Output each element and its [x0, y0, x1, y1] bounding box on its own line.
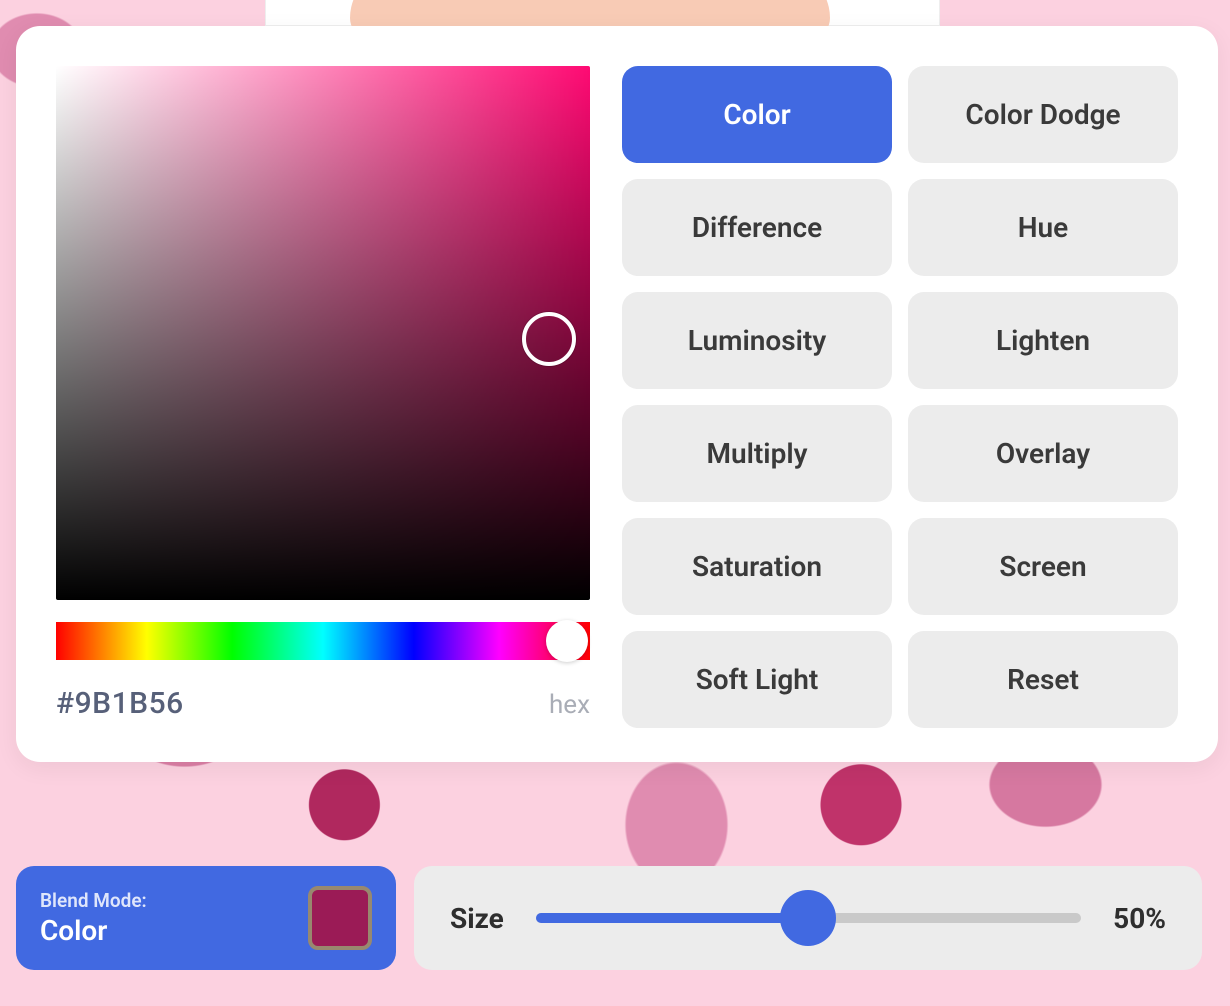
size-panel: Size 50%: [414, 866, 1202, 970]
blend-chip-swatch: [308, 886, 372, 950]
blend-mode-chip[interactable]: Blend Mode: Color: [16, 866, 396, 970]
blend-mode-reset[interactable]: Reset: [908, 631, 1178, 728]
blend-mode-saturation[interactable]: Saturation: [622, 518, 892, 615]
blend-mode-hue[interactable]: Hue: [908, 179, 1178, 276]
size-value: 50%: [1113, 902, 1166, 935]
blend-mode-luminosity[interactable]: Luminosity: [622, 292, 892, 389]
saturation-brightness-field[interactable]: [56, 66, 590, 600]
hue-slider-thumb[interactable]: [546, 620, 588, 662]
size-slider-fill: [536, 913, 809, 923]
blend-mode-lighten[interactable]: Lighten: [908, 292, 1178, 389]
hex-value[interactable]: #9B1B56: [56, 686, 184, 721]
hex-row: #9B1B56 hex: [56, 686, 590, 721]
blend-chip-label: Blend Mode:: [40, 889, 147, 912]
color-picker-column: #9B1B56 hex: [56, 66, 590, 728]
blend-mode-overlay[interactable]: Overlay: [908, 405, 1178, 502]
blend-chip-value: Color: [40, 914, 147, 947]
saturation-cursor[interactable]: [522, 312, 576, 366]
hex-label: hex: [549, 690, 590, 720]
blend-mode-screen[interactable]: Screen: [908, 518, 1178, 615]
size-slider[interactable]: [536, 890, 1081, 946]
blend-chip-text: Blend Mode: Color: [40, 889, 147, 947]
size-label: Size: [450, 902, 504, 935]
blend-mode-multiply[interactable]: Multiply: [622, 405, 892, 502]
bottom-toolbar: Blend Mode: Color Size 50%: [16, 866, 1202, 970]
hue-slider[interactable]: [56, 622, 590, 660]
color-blend-popup: #9B1B56 hex ColorColor DodgeDifferenceHu…: [16, 26, 1218, 762]
blend-mode-soft-light[interactable]: Soft Light: [622, 631, 892, 728]
blend-mode-color[interactable]: Color: [622, 66, 892, 163]
blend-mode-color-dodge[interactable]: Color Dodge: [908, 66, 1178, 163]
blend-mode-grid: ColorColor DodgeDifferenceHueLuminosityL…: [622, 66, 1178, 728]
blend-mode-difference[interactable]: Difference: [622, 179, 892, 276]
size-slider-thumb[interactable]: [780, 890, 836, 946]
